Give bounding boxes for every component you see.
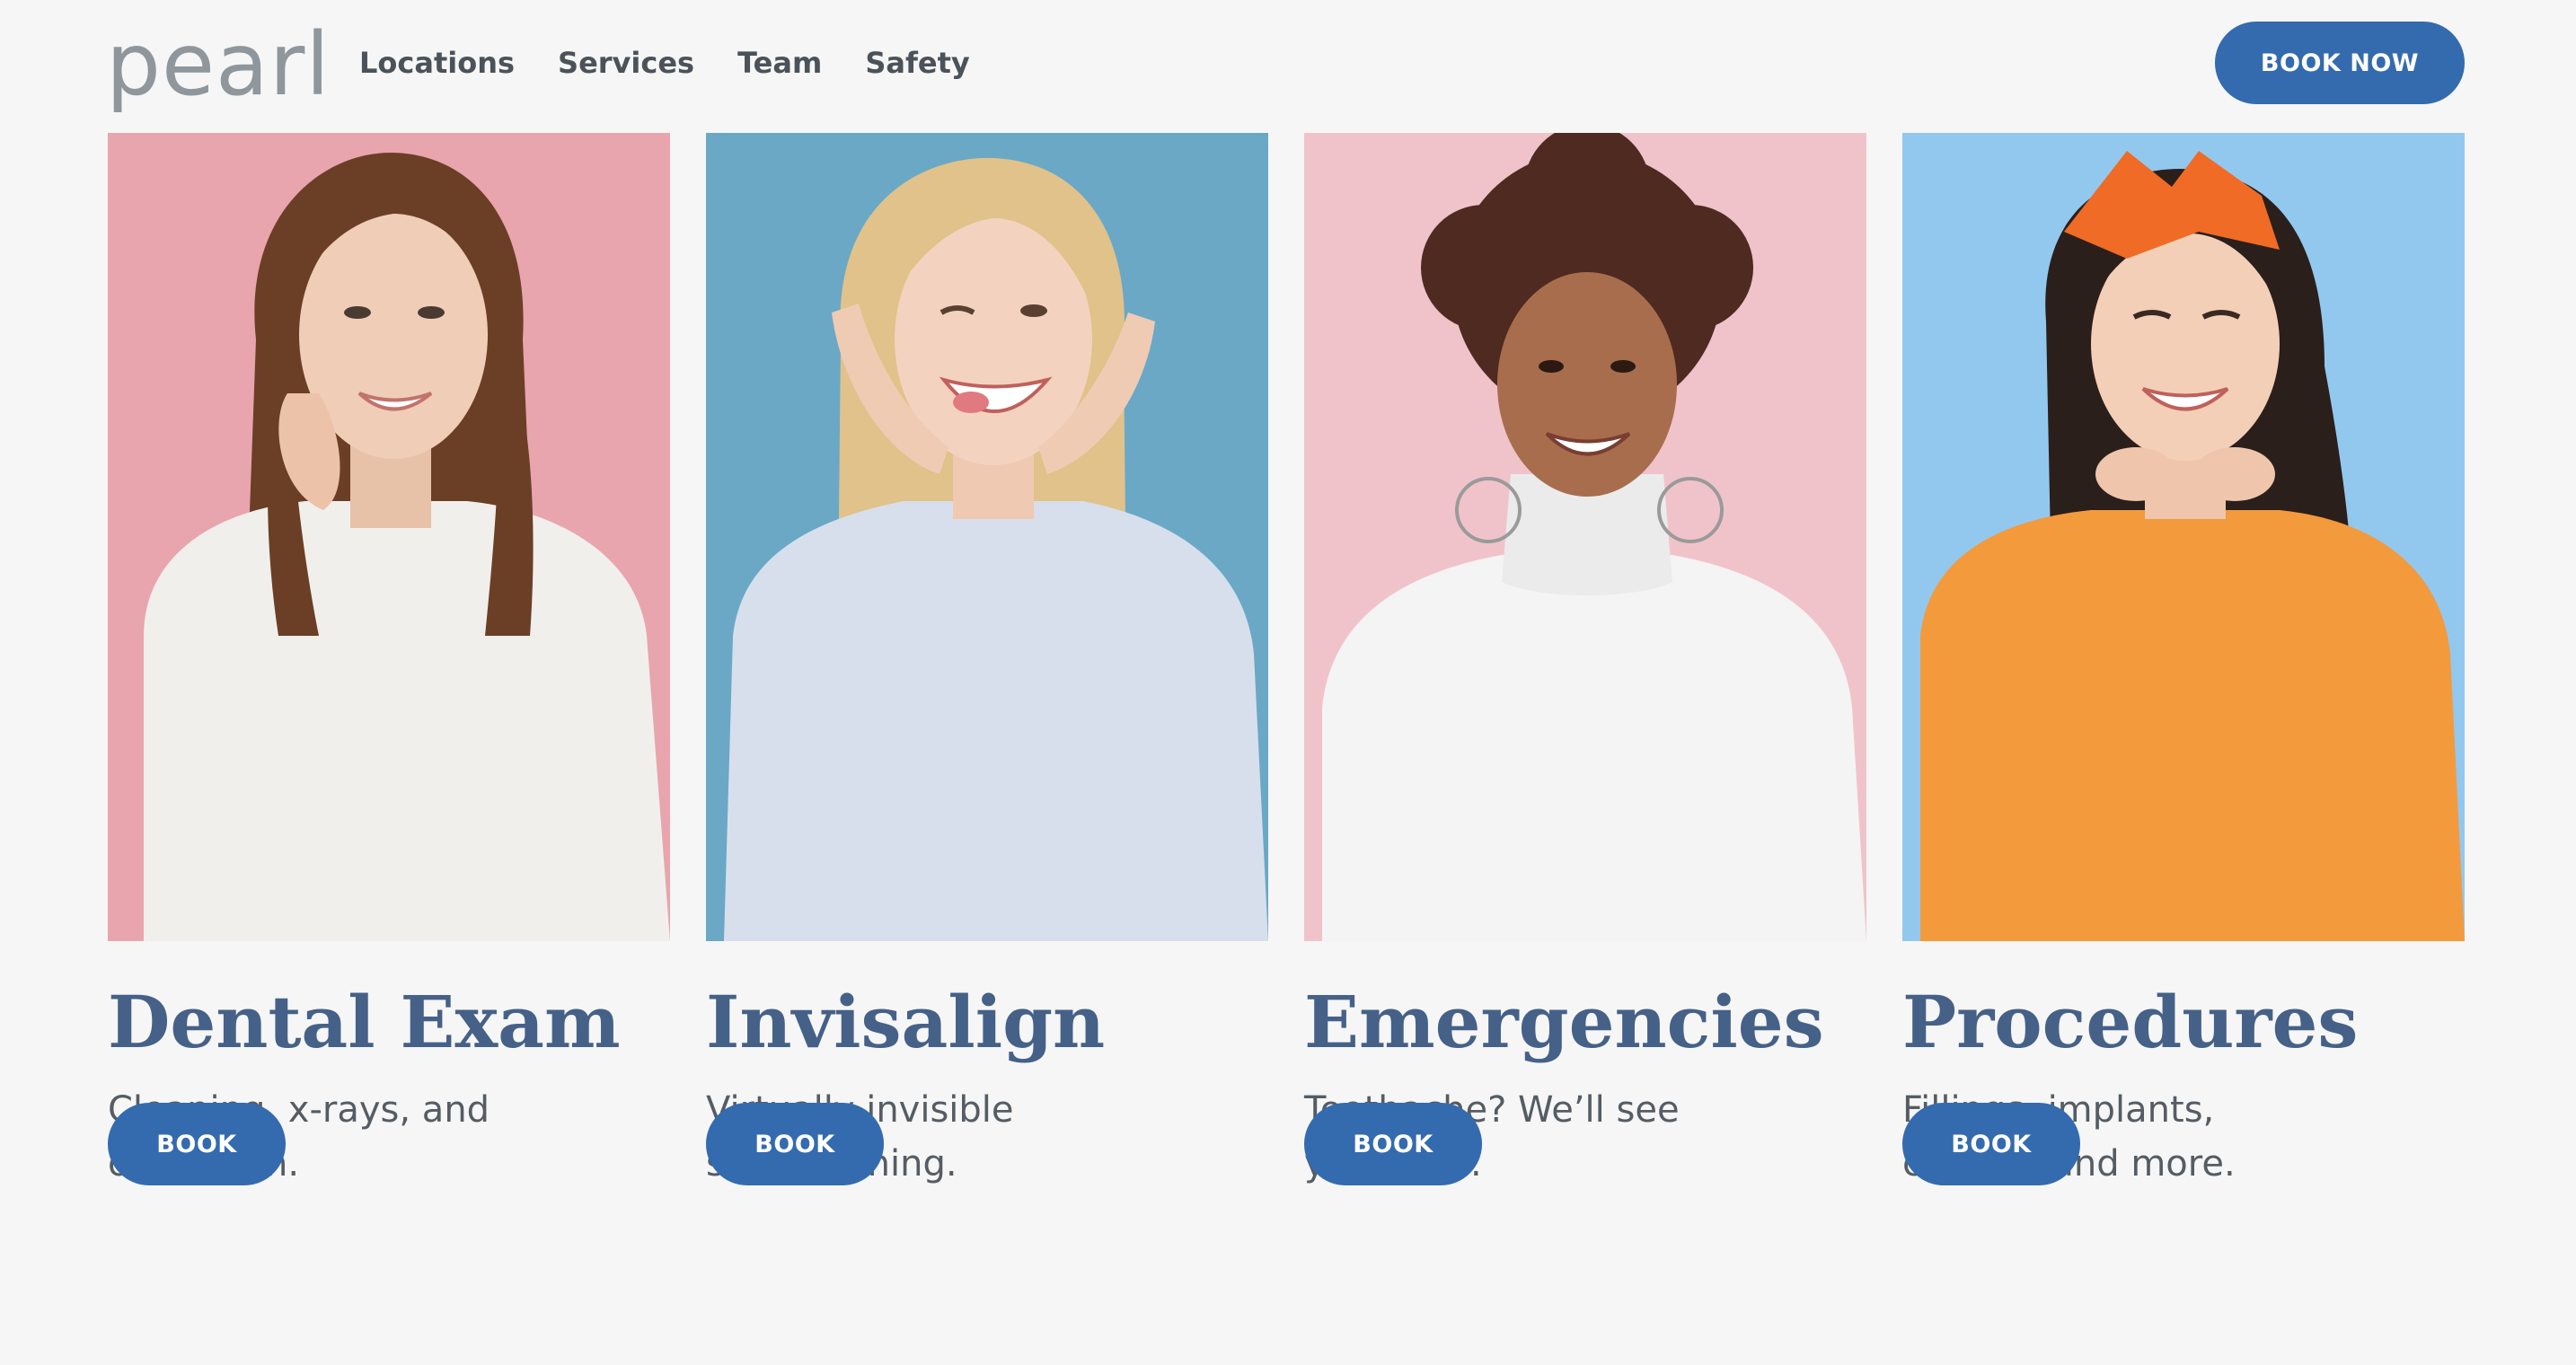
nav-item-services[interactable]: Services [558, 41, 694, 84]
book-procedures-button[interactable]: BOOK [1902, 1103, 2080, 1185]
book-now-button[interactable]: BOOK NOW [2215, 22, 2465, 104]
pearl-logo[interactable]: pearl [106, 20, 331, 110]
card-title: Emergencies [1304, 980, 1824, 1064]
service-card-emergencies: Emergencies Toothache? We’ll see you ASA… [1304, 133, 1866, 1191]
main-nav: Locations Services Team Safety [359, 41, 970, 84]
service-card-invisalign: Invisalign Virtually invisible straighte… [706, 133, 1268, 1191]
invisalign-photo [706, 133, 1268, 941]
card-title: Dental Exam [108, 980, 621, 1064]
dental-exam-photo [108, 133, 670, 941]
book-invisalign-button[interactable]: BOOK [706, 1103, 884, 1185]
nav-item-team[interactable]: Team [737, 41, 822, 84]
card-title: Invisalign [706, 980, 1106, 1064]
service-card-dental-exam: Dental Exam Cleaning, x-rays, and oral e… [108, 133, 670, 1191]
page: pearl Locations Services Team Safety BOO… [0, 0, 2576, 1365]
emergencies-photo [1304, 133, 1866, 941]
book-dental-exam-button[interactable]: BOOK [108, 1103, 286, 1185]
nav-item-safety[interactable]: Safety [865, 41, 969, 84]
card-title: Procedures [1902, 980, 2359, 1064]
service-card-procedures: Procedures Fillings, implants, crowns, a… [1902, 133, 2465, 1191]
book-emergencies-button[interactable]: BOOK [1304, 1103, 1482, 1185]
nav-item-locations[interactable]: Locations [359, 41, 515, 84]
procedures-photo [1902, 133, 2465, 941]
